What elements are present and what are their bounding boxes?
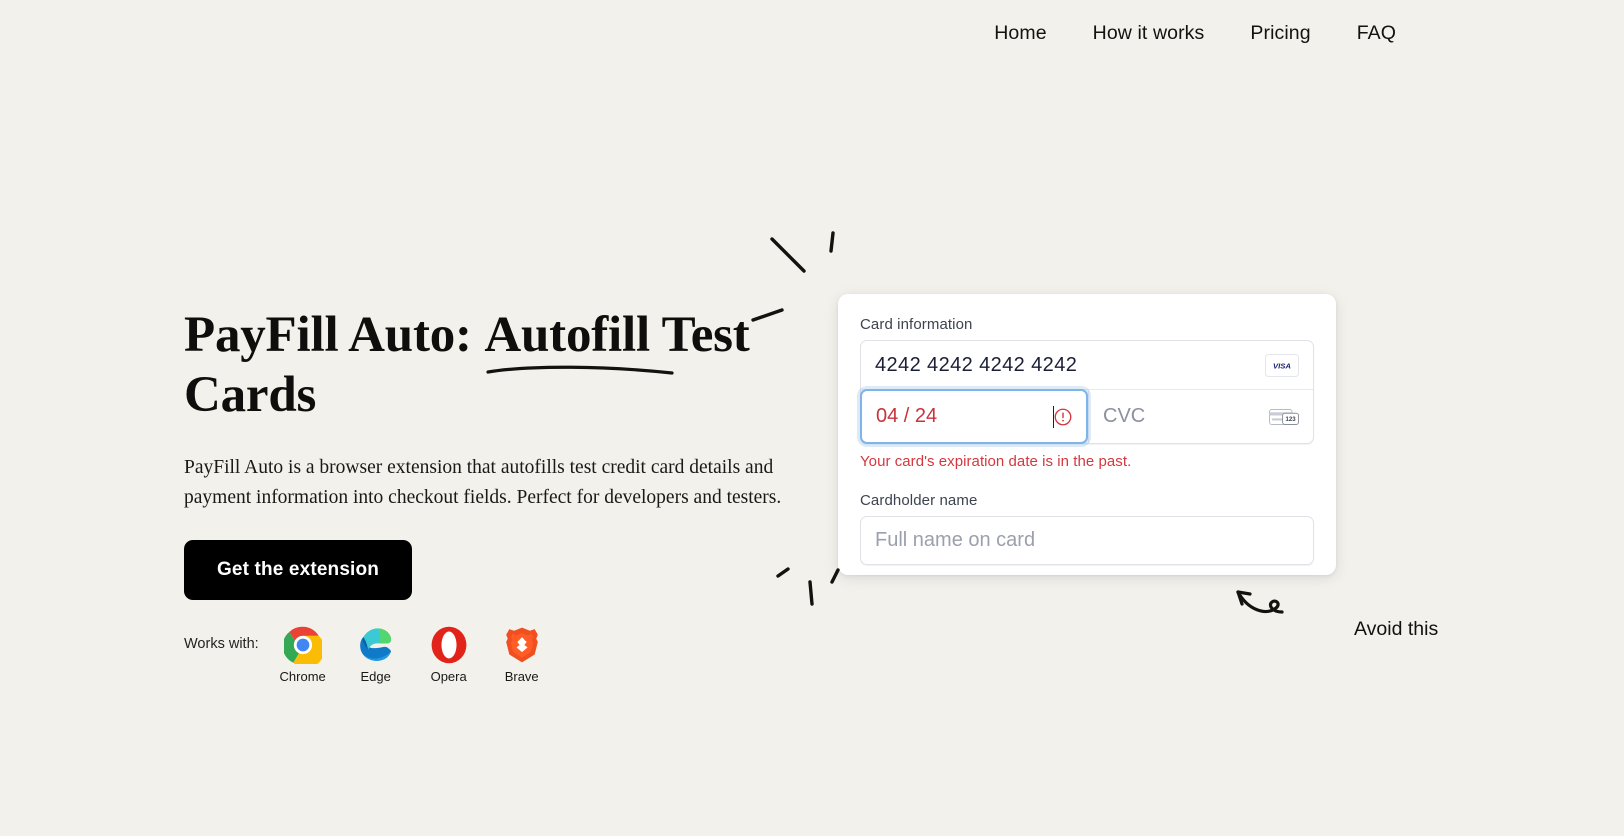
hero-section: PayFill Auto: Autofill Test Cards PayFil… xyxy=(184,305,804,684)
card-number-input[interactable] xyxy=(875,353,1265,377)
main-navigation: Home How it works Pricing FAQ xyxy=(994,22,1396,45)
works-with-row: Works with: Chrome Edge Opera Brave xyxy=(184,626,804,684)
avoid-this-label: Avoid this xyxy=(1354,618,1439,640)
browser-item-edge[interactable]: Edge xyxy=(350,626,402,684)
page-title: PayFill Auto: Autofill Test Cards xyxy=(184,305,804,425)
cvc-input[interactable] xyxy=(1103,405,1269,428)
nav-item-pricing[interactable]: Pricing xyxy=(1250,22,1310,45)
expiry-field-focused[interactable] xyxy=(860,389,1088,444)
avoid-this-arrow-icon xyxy=(1236,590,1284,614)
card-information-group: VISA 123 xyxy=(860,340,1314,444)
card-number-row[interactable]: VISA xyxy=(861,341,1313,390)
works-with-label: Works with: xyxy=(184,635,259,652)
nav-item-faq[interactable]: FAQ xyxy=(1357,22,1396,45)
browser-list: Chrome Edge Opera Brave xyxy=(277,626,548,684)
expiry-error-message: Your card's expiration date is in the pa… xyxy=(860,453,1132,470)
hero-paragraph: PayFill Auto is a browser extension that… xyxy=(184,457,782,508)
opera-icon xyxy=(431,626,467,664)
expiry-input[interactable] xyxy=(876,405,1059,428)
edge-icon xyxy=(359,628,391,661)
browser-item-opera[interactable]: Opera xyxy=(423,626,475,684)
cardholder-name-input[interactable] xyxy=(860,516,1314,565)
cvc-card-icon: 123 xyxy=(1269,408,1299,425)
browser-item-chrome[interactable]: Chrome xyxy=(277,626,329,684)
brave-icon xyxy=(505,627,538,663)
headline-underlined-text: Autofill Test xyxy=(484,307,750,363)
doodle-marks-top xyxy=(770,231,835,273)
cvc-field[interactable]: 123 xyxy=(1088,390,1313,443)
svg-text:VISA: VISA xyxy=(1273,361,1291,370)
browser-item-brave[interactable]: Brave xyxy=(496,626,548,684)
nav-item-home[interactable]: Home xyxy=(994,22,1046,45)
expiry-cvc-row: 123 xyxy=(860,389,1313,444)
svg-text:123: 123 xyxy=(1285,416,1296,423)
browser-label-edge: Edge xyxy=(360,668,391,684)
card-information-label: Card information xyxy=(860,316,973,333)
browser-label-brave: Brave xyxy=(504,668,539,684)
error-circle-icon xyxy=(1054,408,1072,425)
get-the-extension-button[interactable]: Get the extension xyxy=(184,539,412,600)
headline-text-1: PayFill Auto: xyxy=(184,307,485,363)
browser-label-chrome: Chrome xyxy=(279,668,326,684)
nav-item-how-it-works[interactable]: How it works xyxy=(1093,22,1205,45)
card-payment-form: Card information VISA xyxy=(838,294,1336,575)
browser-label-opera: Opera xyxy=(430,668,467,684)
chrome-icon xyxy=(283,626,322,664)
headline-text-3: Cards xyxy=(184,367,317,424)
visa-card-brand-icon: VISA xyxy=(1265,353,1299,377)
cardholder-name-label: Cardholder name xyxy=(860,492,978,509)
